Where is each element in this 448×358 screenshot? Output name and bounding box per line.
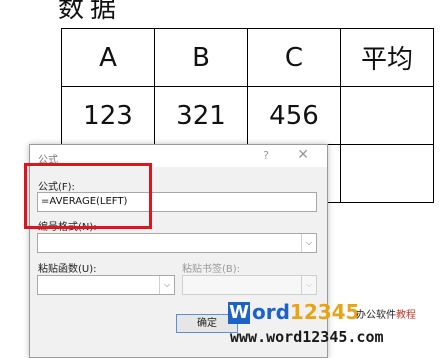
chevron-down-icon[interactable]: ⌵ [159,276,174,294]
watermark-url: www.word12345.com [230,328,384,346]
paste-function-label: 粘贴函数(U): [38,264,97,275]
help-icon[interactable]: ? [263,149,269,162]
highlight-box [24,163,152,229]
watermark-logo: W [228,302,250,324]
table-cell[interactable]: B [154,28,248,87]
table-cell[interactable] [340,86,434,145]
table-cell[interactable] [340,144,434,203]
table-cell[interactable]: 123 [61,86,155,145]
chevron-down-icon[interactable]: ⌵ [301,234,316,252]
watermark-brand-number: 12345 [289,300,360,324]
table-cell[interactable]: 平均 [340,28,434,87]
watermark: W ord12345 办公软件教程 www.word12345.com [228,298,448,356]
table-cell[interactable]: C [247,28,341,87]
chevron-down-icon: ⌵ [301,276,316,294]
table-cell[interactable]: A [61,28,155,87]
close-icon[interactable]: ✕ [297,147,309,163]
table-cell[interactable]: 321 [154,86,248,145]
paste-function-select[interactable]: ⌵ [37,275,175,295]
number-format-select[interactable]: ⌵ [37,233,317,253]
watermark-subtitle-text: 办公软件 [356,310,396,321]
watermark-subtitle: 办公软件教程 [356,306,416,321]
watermark-brand-word: ord [252,300,290,324]
paste-bookmark-label: 粘贴书签(B): [182,264,241,275]
table-cell[interactable]: 456 [247,86,341,145]
document-heading-fragment: 数据 [58,0,123,24]
watermark-brand: ord12345 [252,300,360,324]
table-row: 123 321 456 [61,86,434,145]
paste-bookmark-select: ⌵ [182,275,317,295]
table-row: A B C 平均 [61,28,434,87]
watermark-subtitle-tag: 教程 [396,310,416,321]
